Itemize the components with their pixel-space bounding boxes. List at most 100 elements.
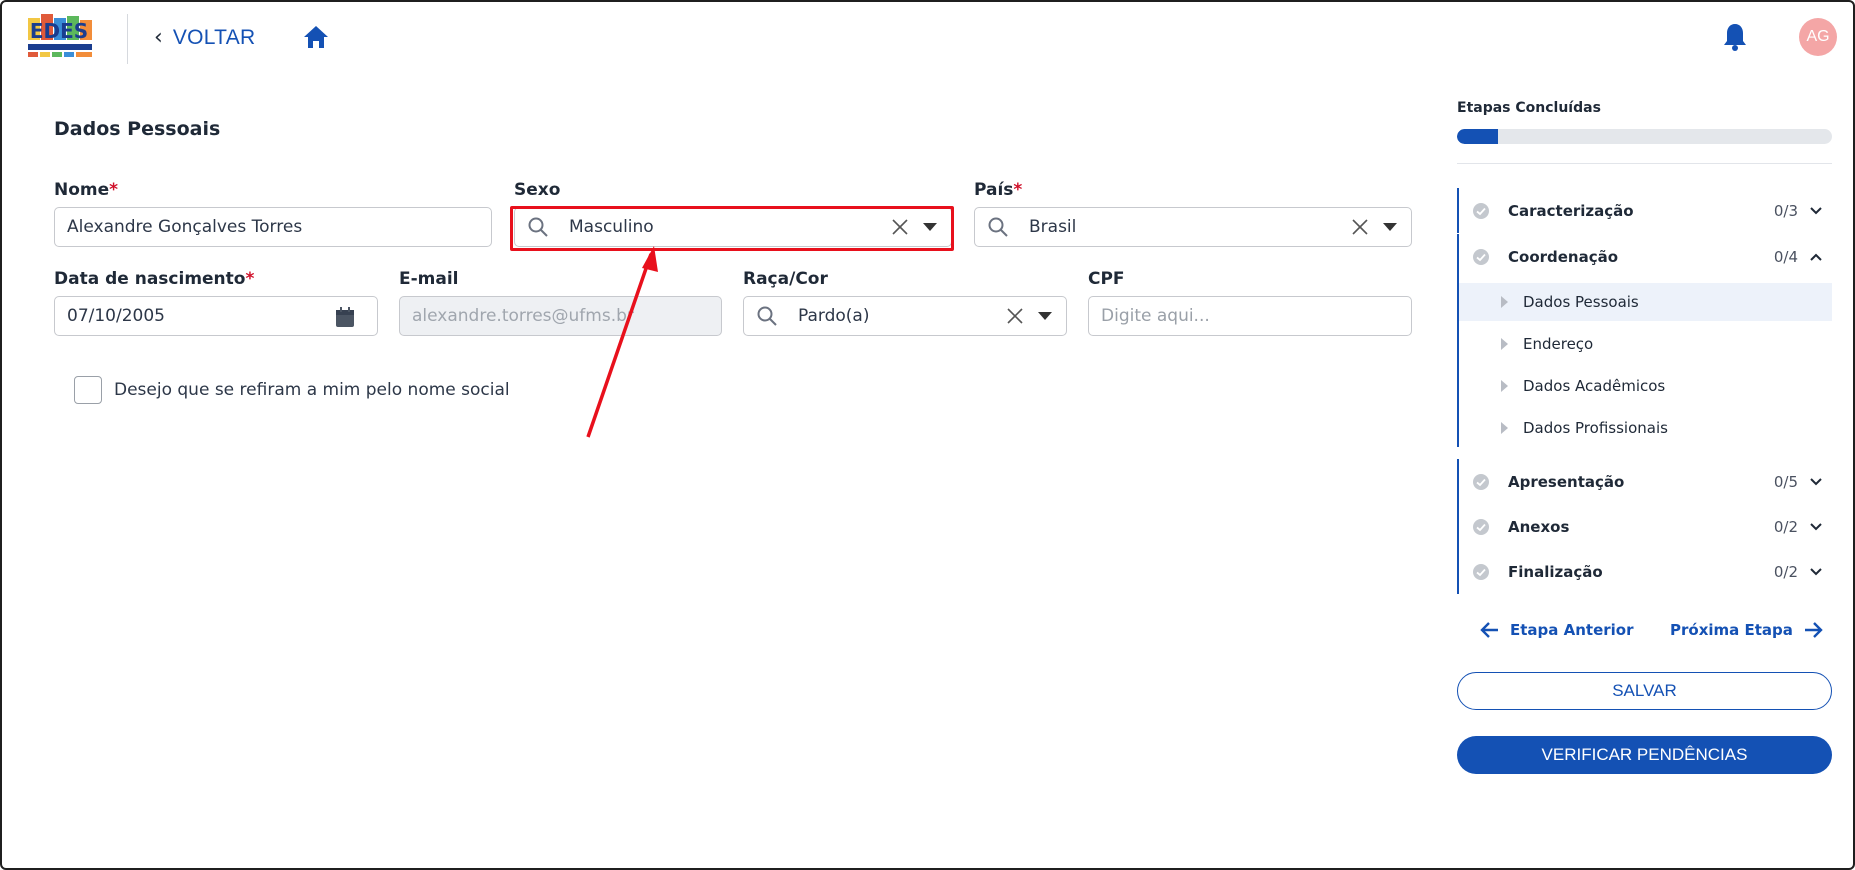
raca-cor-select[interactable]: Pardo(a)	[743, 296, 1067, 336]
email-label: E-mail	[399, 269, 459, 289]
topbar-divider	[127, 14, 128, 64]
step-coordenacao[interactable]: Coordenação 0/4	[1459, 234, 1832, 279]
required-mark: *	[245, 269, 255, 289]
sexo-label-text: Sexo	[514, 180, 561, 200]
nome-field[interactable]: Alexandre Gonçalves Torres	[54, 207, 492, 247]
chevron-down-icon	[1810, 477, 1822, 485]
clear-icon[interactable]	[1006, 307, 1024, 325]
caret-down-icon[interactable]	[1383, 223, 1397, 231]
chevron-left-icon: ‹	[154, 25, 163, 50]
triangle-right-icon	[1501, 422, 1508, 434]
edes-logo: EDES	[24, 14, 94, 60]
previous-step-button[interactable]: Etapa Anterior	[1480, 620, 1634, 640]
pais-label-text: País	[974, 180, 1014, 200]
bell-icon[interactable]	[1722, 22, 1748, 52]
required-mark: *	[1013, 180, 1023, 200]
chevron-down-icon	[1810, 206, 1822, 214]
nome-label: Nome*	[54, 180, 118, 200]
step-group-finalizacao: Finalização 0/2	[1457, 549, 1832, 594]
substep-name: Dados Acadêmicos	[1523, 377, 1666, 395]
step-group-coordenacao: Coordenação 0/4 Dados Pessoais Endereço …	[1457, 234, 1832, 447]
raca-cor-label-text: Raça/Cor	[743, 269, 828, 289]
step-anexos[interactable]: Anexos 0/2	[1459, 504, 1832, 549]
step-apresentacao[interactable]: Apresentação 0/5	[1459, 459, 1832, 504]
verify-pending-button[interactable]: VERIFICAR PENDÊNCIAS	[1457, 736, 1832, 774]
search-icon	[988, 217, 1008, 237]
required-mark: *	[109, 180, 119, 200]
next-step-button[interactable]: Próxima Etapa	[1670, 620, 1823, 640]
back-button-label: VOLTAR	[172, 26, 256, 49]
caret-down-icon[interactable]	[1038, 312, 1052, 320]
nome-label-text: Nome	[54, 180, 110, 200]
check-circle-icon	[1473, 518, 1489, 535]
nome-value: Alexandre Gonçalves Torres	[67, 217, 303, 237]
cpf-label: CPF	[1088, 269, 1125, 289]
step-group-caracterizacao: Caracterização 0/3	[1457, 188, 1832, 233]
check-circle-icon	[1473, 202, 1489, 219]
step-finalizacao[interactable]: Finalização 0/2	[1459, 549, 1832, 594]
step-count: 0/5	[1773, 472, 1798, 491]
step-count: 0/2	[1773, 562, 1798, 581]
panel-title: Etapas Concluídas	[1457, 100, 1601, 116]
sexo-label: Sexo	[514, 180, 560, 200]
step-group-apresentacao: Apresentação 0/5	[1457, 459, 1832, 504]
substep-dados-pessoais[interactable]: Dados Pessoais	[1459, 283, 1832, 321]
data-nascimento-field[interactable]: 07/10/2005	[54, 296, 378, 336]
previous-step-label: Etapa Anterior	[1510, 621, 1634, 639]
arrow-right-icon	[1804, 622, 1823, 638]
search-icon	[757, 306, 777, 326]
next-step-label: Próxima Etapa	[1670, 621, 1793, 639]
data-nascimento-value: 07/10/2005	[67, 306, 165, 326]
triangle-right-icon	[1501, 338, 1508, 350]
save-button[interactable]: SALVAR	[1457, 672, 1832, 710]
step-count: 0/3	[1773, 201, 1798, 220]
home-icon[interactable]	[302, 24, 330, 50]
data-nascimento-label: Data de nascimento*	[54, 269, 254, 289]
triangle-right-icon	[1501, 380, 1508, 392]
step-name: Finalização	[1508, 562, 1603, 581]
svg-text:EDES: EDES	[30, 19, 88, 43]
chevron-down-icon	[1810, 567, 1822, 575]
step-name: Apresentação	[1508, 472, 1625, 491]
raca-cor-value: Pardo(a)	[798, 306, 870, 326]
triangle-right-icon	[1501, 296, 1508, 308]
check-circle-icon	[1473, 248, 1489, 265]
step-count: 0/2	[1773, 517, 1798, 536]
avatar[interactable]: AG	[1799, 18, 1837, 56]
step-count: 0/4	[1773, 247, 1798, 266]
calendar-icon[interactable]	[335, 306, 355, 328]
data-nascimento-label-text: Data de nascimento	[54, 269, 246, 289]
substep-dados-profissionais[interactable]: Dados Profissionais	[1459, 409, 1832, 447]
step-caracterizacao[interactable]: Caracterização 0/3	[1459, 188, 1832, 233]
substep-name: Endereço	[1523, 335, 1594, 353]
app-window: EDES ‹ VOLTAR AG Dados Pessoais Nome* Al…	[0, 0, 1855, 870]
substep-name: Dados Pessoais	[1523, 293, 1639, 311]
check-circle-icon	[1473, 563, 1489, 580]
substep-name: Dados Profissionais	[1523, 419, 1668, 437]
annotation-arrow	[586, 246, 658, 438]
cpf-field[interactable]: Digite aqui...	[1088, 296, 1412, 336]
nome-social-checkbox[interactable]	[74, 376, 102, 404]
email-label-text: E-mail	[399, 269, 459, 289]
page-title: Dados Pessoais	[54, 118, 221, 140]
pais-label: País*	[974, 180, 1022, 200]
nome-social-label: Desejo que se refiram a mim pelo nome so…	[114, 380, 510, 400]
chevron-down-icon	[1810, 522, 1822, 530]
step-name: Caracterização	[1508, 201, 1634, 220]
step-name: Anexos	[1508, 517, 1570, 536]
arrow-left-icon	[1480, 622, 1498, 638]
pais-select[interactable]: Brasil	[974, 207, 1412, 247]
pais-value: Brasil	[1029, 217, 1077, 237]
chevron-up-icon	[1810, 253, 1822, 261]
step-name: Coordenação	[1508, 247, 1619, 266]
clear-icon[interactable]	[1351, 218, 1369, 236]
top-bar: EDES ‹ VOLTAR AG	[2, 2, 1853, 74]
cpf-label-text: CPF	[1088, 269, 1125, 289]
substep-dados-academicos[interactable]: Dados Acadêmicos	[1459, 367, 1832, 405]
progress-bar	[1457, 129, 1832, 144]
substep-endereco[interactable]: Endereço	[1459, 325, 1832, 363]
progress-fill	[1457, 129, 1499, 144]
back-button[interactable]: ‹ VOLTAR	[154, 24, 256, 52]
check-circle-icon	[1473, 473, 1489, 490]
cpf-placeholder: Digite aqui...	[1101, 306, 1210, 326]
